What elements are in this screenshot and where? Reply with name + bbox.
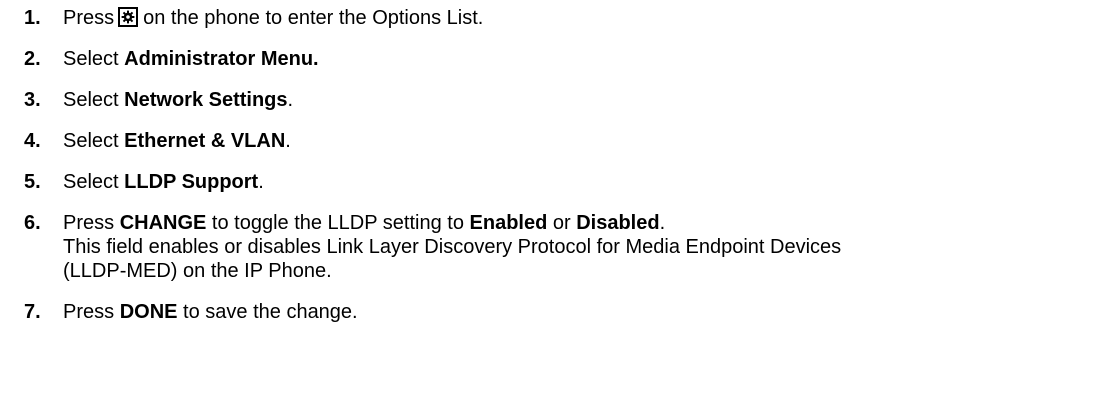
step-number: 1. — [24, 7, 41, 29]
step-1: 1. Press on the phone to enter the Option… — [24, 6, 1109, 30]
step-text: Select Network Settings. — [63, 89, 294, 111]
option-value: Enabled — [469, 212, 548, 234]
step-text: Select Ethernet & VLAN. — [63, 130, 291, 152]
step-number: 3. — [24, 89, 41, 111]
option-value: Disabled — [576, 212, 660, 234]
step-4: 4. Select Ethernet & VLAN. — [24, 129, 1109, 153]
menu-item-name: Network Settings — [124, 89, 288, 111]
procedure-steps: 1. Press on the phone to enter the Option… — [24, 6, 1109, 324]
softkey-name: DONE — [119, 301, 178, 323]
step-text: Press DONE to save the change. — [63, 301, 358, 323]
step-description: This field enables or disables Link Laye… — [63, 236, 842, 258]
step-number: 4. — [24, 130, 41, 152]
step-number: 2. — [24, 48, 41, 70]
gear-icon — [118, 7, 139, 27]
step-7: 7. Press DONE to save the change. — [24, 300, 1109, 324]
step-description: (LLDP-MED) on the IP Phone. — [63, 260, 332, 282]
step-number: 6. — [24, 212, 41, 234]
step-5: 5. Select LLDP Support. — [24, 170, 1109, 194]
menu-item-name: LLDP Support — [124, 171, 259, 193]
step-3: 3. Select Network Settings. — [24, 88, 1109, 112]
step-text: Press on the phone to enter the Options L… — [63, 7, 484, 29]
step-text: Select LLDP Support. — [63, 171, 264, 193]
softkey-name: CHANGE — [119, 212, 207, 234]
step-6: 6. Press CHANGE to toggle the LLDP setti… — [24, 211, 1109, 283]
step-2: 2. Select Administrator Menu. — [24, 47, 1109, 71]
step-number: 5. — [24, 171, 41, 193]
menu-item-name: Ethernet & VLAN — [124, 130, 286, 152]
menu-item-name: Administrator Menu. — [124, 48, 319, 70]
step-text: Press CHANGE to toggle the LLDP setting … — [63, 212, 666, 234]
step-text: Select Administrator Menu. — [63, 48, 319, 70]
step-number: 7. — [24, 301, 41, 323]
